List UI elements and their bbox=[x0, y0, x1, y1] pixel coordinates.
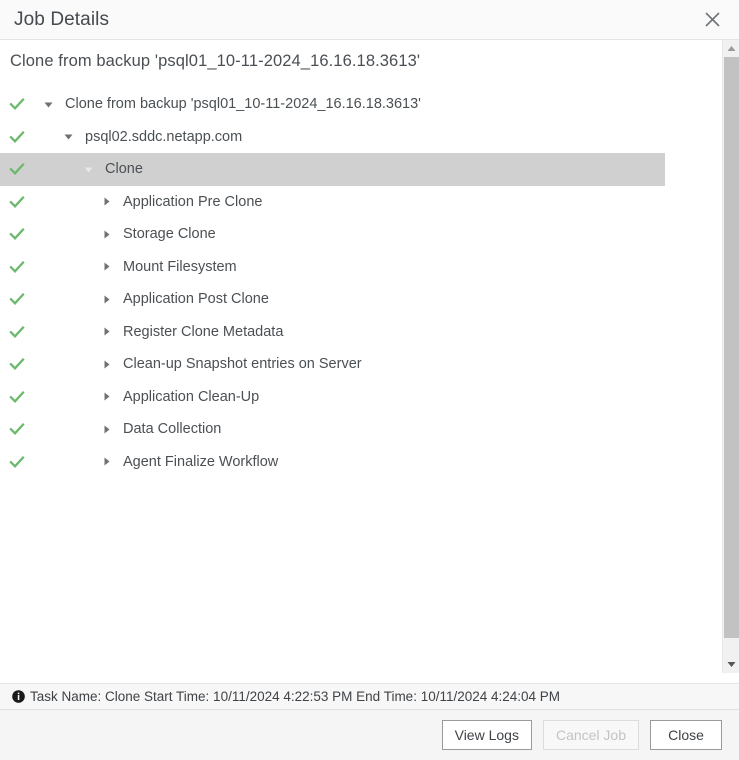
caret-right-icon[interactable] bbox=[102, 295, 118, 304]
cancel-job-button: Cancel Job bbox=[542, 720, 639, 750]
tree-row[interactable]: Agent Finalize Workflow bbox=[0, 446, 665, 479]
tree-item-label: Application Post Clone bbox=[123, 291, 269, 308]
status-success-icon bbox=[0, 291, 34, 307]
tree-row[interactable]: Mount Filesystem bbox=[0, 251, 665, 284]
tree-item-label: Clean-up Snapshot entries on Server bbox=[123, 356, 362, 373]
tree-row[interactable]: psql02.sddc.netapp.com bbox=[0, 121, 665, 154]
caret-right-icon[interactable] bbox=[102, 425, 118, 434]
tree-item-label: Mount Filesystem bbox=[123, 258, 237, 275]
tree-item-label: Agent Finalize Workflow bbox=[123, 453, 279, 470]
job-subtitle: Clone from backup 'psql01_10-11-2024_16.… bbox=[10, 52, 421, 70]
tree-row[interactable]: Clone bbox=[0, 153, 665, 186]
caret-right-icon[interactable] bbox=[102, 392, 118, 401]
caret-right-icon[interactable] bbox=[102, 262, 118, 271]
close-icon[interactable] bbox=[701, 9, 723, 31]
caret-right-icon[interactable] bbox=[102, 197, 118, 206]
tree-item-label: Application Clean-Up bbox=[123, 388, 260, 405]
status-success-icon bbox=[0, 324, 34, 340]
info-icon bbox=[12, 690, 25, 703]
status-success-icon bbox=[0, 96, 34, 112]
status-success-icon bbox=[0, 421, 34, 437]
status-success-icon bbox=[0, 161, 34, 177]
tree-row[interactable]: Register Clone Metadata bbox=[0, 316, 665, 349]
page-title: Job Details bbox=[14, 8, 110, 30]
status-success-icon bbox=[0, 226, 34, 242]
tree-item-label: psql02.sddc.netapp.com bbox=[85, 128, 243, 145]
status-success-icon bbox=[0, 194, 34, 210]
tree-item-label: Register Clone Metadata bbox=[123, 323, 284, 340]
tree-row[interactable]: Storage Clone bbox=[0, 218, 665, 251]
status-success-icon bbox=[0, 454, 34, 470]
tree-item-label: Data Collection bbox=[123, 421, 222, 438]
close-button[interactable]: Close bbox=[650, 720, 722, 750]
scrollbar-track[interactable] bbox=[724, 57, 739, 656]
status-bar: Task Name: Clone Start Time: 10/11/2024 … bbox=[0, 683, 739, 710]
vertical-scrollbar[interactable] bbox=[722, 40, 739, 673]
tree-row[interactable]: Clean-up Snapshot entries on Server bbox=[0, 348, 665, 381]
chevron-up-icon[interactable] bbox=[723, 40, 739, 57]
status-success-icon bbox=[0, 356, 34, 372]
caret-right-icon[interactable] bbox=[102, 360, 118, 369]
caret-right-icon[interactable] bbox=[102, 457, 118, 466]
tree-row[interactable]: Data Collection bbox=[0, 413, 665, 446]
caret-down-icon[interactable] bbox=[64, 132, 80, 141]
status-bar-text: Task Name: Clone Start Time: 10/11/2024 … bbox=[30, 689, 561, 704]
tree-row[interactable]: Application Pre Clone bbox=[0, 186, 665, 219]
tree-item-label: Storage Clone bbox=[123, 226, 216, 243]
caret-down-icon[interactable] bbox=[44, 100, 60, 109]
dialog-footer: View Logs Cancel Job Close bbox=[0, 710, 739, 760]
caret-down-icon[interactable] bbox=[84, 165, 100, 174]
tree-row[interactable]: Clone from backup 'psql01_10-11-2024_16.… bbox=[0, 88, 665, 121]
view-logs-button[interactable]: View Logs bbox=[441, 720, 532, 750]
tree-row[interactable]: Application Post Clone bbox=[0, 283, 665, 316]
dialog-titlebar: Job Details bbox=[0, 0, 739, 40]
tree-item-label: Clone bbox=[105, 161, 143, 178]
status-success-icon bbox=[0, 259, 34, 275]
caret-right-icon[interactable] bbox=[102, 230, 118, 239]
tree-row[interactable]: Application Clean-Up bbox=[0, 381, 665, 414]
scrollbar-thumb[interactable] bbox=[724, 57, 739, 639]
status-success-icon bbox=[0, 129, 34, 145]
tree-item-label: Application Pre Clone bbox=[123, 193, 263, 210]
caret-right-icon[interactable] bbox=[102, 327, 118, 336]
chevron-down-icon[interactable] bbox=[723, 656, 739, 673]
job-task-tree: Clone from backup 'psql01_10-11-2024_16.… bbox=[0, 88, 665, 478]
dialog-body: Clone from backup 'psql01_10-11-2024_16.… bbox=[0, 40, 739, 673]
status-success-icon bbox=[0, 389, 34, 405]
tree-item-label: Clone from backup 'psql01_10-11-2024_16.… bbox=[65, 96, 421, 113]
